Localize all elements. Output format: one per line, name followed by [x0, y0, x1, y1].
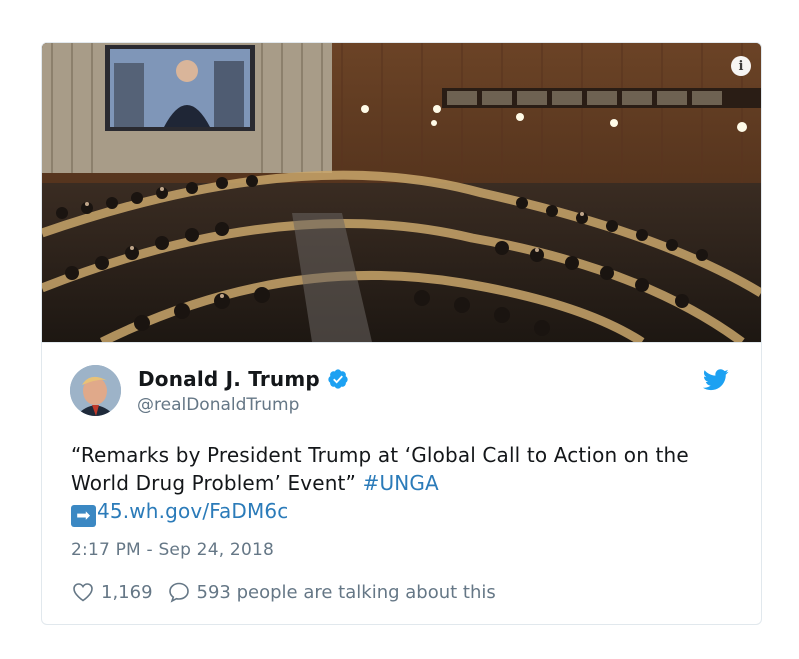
tweet-timestamp[interactable]: 2:17 PM - Sep 24, 2018 — [71, 540, 274, 560]
tweet-photo[interactable]: i — [42, 43, 761, 342]
heart-icon — [73, 583, 93, 602]
conversation-action[interactable]: 593 people are talking about this — [167, 580, 496, 604]
display-name[interactable]: Donald J. Trump — [138, 367, 320, 391]
talking-count: 593 people are talking about this — [196, 581, 496, 603]
embedded-tweet-card[interactable]: i Donald J. Trump @realDonaldTrump “Rema… — [41, 42, 762, 625]
hashtag-link[interactable]: #UNGA — [363, 471, 439, 495]
avatar-image — [70, 365, 121, 416]
un-assembly-photo — [42, 43, 761, 342]
avatar[interactable] — [70, 365, 121, 416]
twitter-bird-icon[interactable] — [703, 369, 729, 391]
like-action[interactable]: 1,169 — [71, 580, 153, 604]
url-link[interactable]: 45.wh.gov/FaDM6c — [97, 499, 288, 523]
author-name-row[interactable]: Donald J. Trump — [138, 367, 349, 391]
tweet-actions: 1,169 593 people are talking about this — [71, 580, 496, 604]
tweet-body: Donald J. Trump @realDonaldTrump “Remark… — [42, 342, 761, 624]
like-count: 1,169 — [101, 581, 153, 603]
info-icon[interactable]: i — [731, 56, 751, 76]
tweet-text: “Remarks by President Trump at ‘Global C… — [71, 441, 731, 527]
author-handle[interactable]: @realDonaldTrump — [137, 395, 299, 415]
verified-badge-icon — [328, 369, 348, 389]
speech-bubble-icon — [168, 582, 189, 603]
right-arrow-emoji-icon: ➡ — [71, 505, 96, 527]
